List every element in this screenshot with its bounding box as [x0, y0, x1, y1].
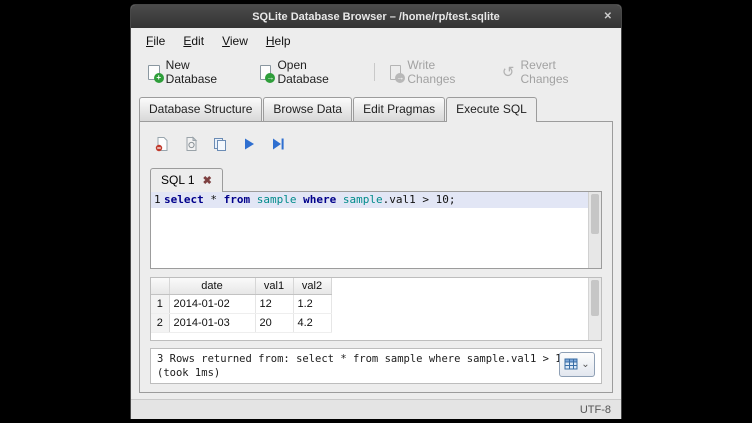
tab-edit-pragmas[interactable]: Edit Pragmas [353, 97, 445, 121]
chevron-down-icon: ⌄ [581, 360, 589, 370]
close-window-button[interactable]: ✕ [604, 5, 612, 28]
open-database-button[interactable]: → Open Database [251, 55, 368, 89]
execute-current-line-button[interactable] [268, 134, 288, 154]
statusbar: UTF-8 [131, 399, 621, 419]
sql-keyword: where [303, 193, 336, 206]
table-grid-icon [564, 358, 579, 371]
cell-val2[interactable]: 1.2 [293, 295, 331, 314]
new-database-button[interactable]: + New Database [139, 55, 251, 89]
write-changes-button[interactable]: → Write Changes [381, 55, 493, 89]
revert-changes-button[interactable]: ↺ Revert Changes [493, 55, 613, 89]
results-header-row: date val1 val2 [151, 278, 331, 295]
titlebar[interactable]: SQLite Database Browser – /home/rp/test.… [131, 5, 621, 28]
cell-rownum[interactable]: 2 [151, 314, 169, 333]
editor-scrollbar-thumb[interactable] [591, 194, 599, 234]
header-rownum[interactable] [151, 278, 169, 295]
open-database-icon: → [260, 65, 272, 80]
sql-text: * [204, 193, 224, 206]
plus-badge-icon: + [154, 73, 164, 83]
cell-val2[interactable]: 4.2 [293, 314, 331, 333]
arrow-badge-icon: → [265, 73, 275, 83]
execute-sql-button[interactable] [239, 134, 259, 154]
new-database-icon: + [148, 65, 160, 80]
menu-edit[interactable]: Edit [174, 31, 213, 51]
export-results-button[interactable]: ⌄ [559, 352, 595, 377]
results-grid: date val1 val2 1 2014-01-02 12 1.2 [150, 277, 602, 341]
play-to-line-icon [270, 136, 286, 152]
sql-keyword: select [164, 193, 204, 206]
sql-table-name: sample [343, 193, 383, 206]
close-sql-tab-icon[interactable]: ✖ [203, 174, 212, 187]
sql-toolbar [150, 126, 602, 162]
menu-view[interactable]: View [213, 31, 257, 51]
revert-changes-icon: ↺ [502, 65, 515, 80]
write-changes-label: Write Changes [407, 58, 484, 86]
tab-execute-sql[interactable]: Execute SQL [446, 97, 537, 122]
line-number: 1 [151, 192, 164, 208]
sql-text [250, 193, 257, 206]
copy-button[interactable] [210, 134, 230, 154]
encoding-label: UTF-8 [580, 404, 611, 416]
sql-tabbar: SQL 1 ✖ [150, 162, 602, 191]
menu-file[interactable]: File [137, 31, 174, 51]
menu-help[interactable]: Help [257, 31, 300, 51]
tab-database-structure[interactable]: Database Structure [139, 97, 262, 121]
table-row[interactable]: 2 2014-01-03 20 4.2 [151, 314, 331, 333]
sql-table-name: sample [257, 193, 297, 206]
cell-date[interactable]: 2014-01-02 [169, 295, 255, 314]
menubar: File Edit View Help [131, 28, 621, 52]
open-sql-file-icon [154, 136, 170, 152]
cell-date[interactable]: 2014-01-03 [169, 314, 255, 333]
editor-current-line[interactable]: 1select * from sample where sample.val1 … [151, 192, 601, 208]
results-scrollbar-thumb[interactable] [591, 280, 599, 316]
open-sql-file-button[interactable] [152, 134, 172, 154]
play-icon [241, 136, 257, 152]
copy-pages-icon [212, 136, 228, 152]
write-changes-icon: → [390, 65, 402, 80]
main-tabbar: Database Structure Browse Data Edit Prag… [131, 95, 621, 121]
editor-scrollbar[interactable] [588, 192, 601, 268]
sql-text: .val1 > 10; [383, 193, 456, 206]
sql-keyword: from [224, 193, 251, 206]
revert-changes-label: Revert Changes [520, 58, 604, 86]
table-row[interactable]: 1 2014-01-02 12 1.2 [151, 295, 331, 314]
sql-editor[interactable]: 1select * from sample where sample.val1 … [150, 191, 602, 269]
app-window: SQLite Database Browser – /home/rp/test.… [130, 4, 622, 419]
cell-val1[interactable]: 12 [255, 295, 293, 314]
header-date[interactable]: date [169, 278, 255, 295]
results-scrollbar[interactable] [588, 278, 601, 340]
window-title: SQLite Database Browser – /home/rp/test.… [252, 11, 500, 23]
screen: SQLite Database Browser – /home/rp/test.… [0, 0, 752, 423]
execution-status-area: 3 Rows returned from: select * from samp… [150, 348, 602, 384]
header-val2[interactable]: val2 [293, 278, 331, 295]
sql-tab-1[interactable]: SQL 1 ✖ [150, 168, 223, 192]
sql-tab-label: SQL 1 [161, 173, 195, 187]
main-toolbar: + New Database → Open Database → Write C… [131, 52, 621, 95]
toolbar-separator [374, 63, 375, 81]
open-database-label: Open Database [277, 58, 358, 86]
execute-sql-panel: SQL 1 ✖ 1select * from sample where samp… [139, 121, 613, 393]
save-sql-file-icon [183, 136, 199, 152]
save-sql-file-button[interactable] [181, 134, 201, 154]
cell-val1[interactable]: 20 [255, 314, 293, 333]
tab-browse-data[interactable]: Browse Data [263, 97, 352, 121]
results-table: date val1 val2 1 2014-01-02 12 1.2 [151, 278, 332, 333]
execution-status-message: 3 Rows returned from: select * from samp… [157, 353, 595, 380]
sql-code: select * from sample where sample.val1 >… [164, 192, 455, 208]
cell-rownum[interactable]: 1 [151, 295, 169, 314]
gray-arrow-badge-icon: → [395, 73, 405, 83]
header-val1[interactable]: val1 [255, 278, 293, 295]
new-database-label: New Database [166, 58, 242, 86]
sql-text [336, 193, 343, 206]
